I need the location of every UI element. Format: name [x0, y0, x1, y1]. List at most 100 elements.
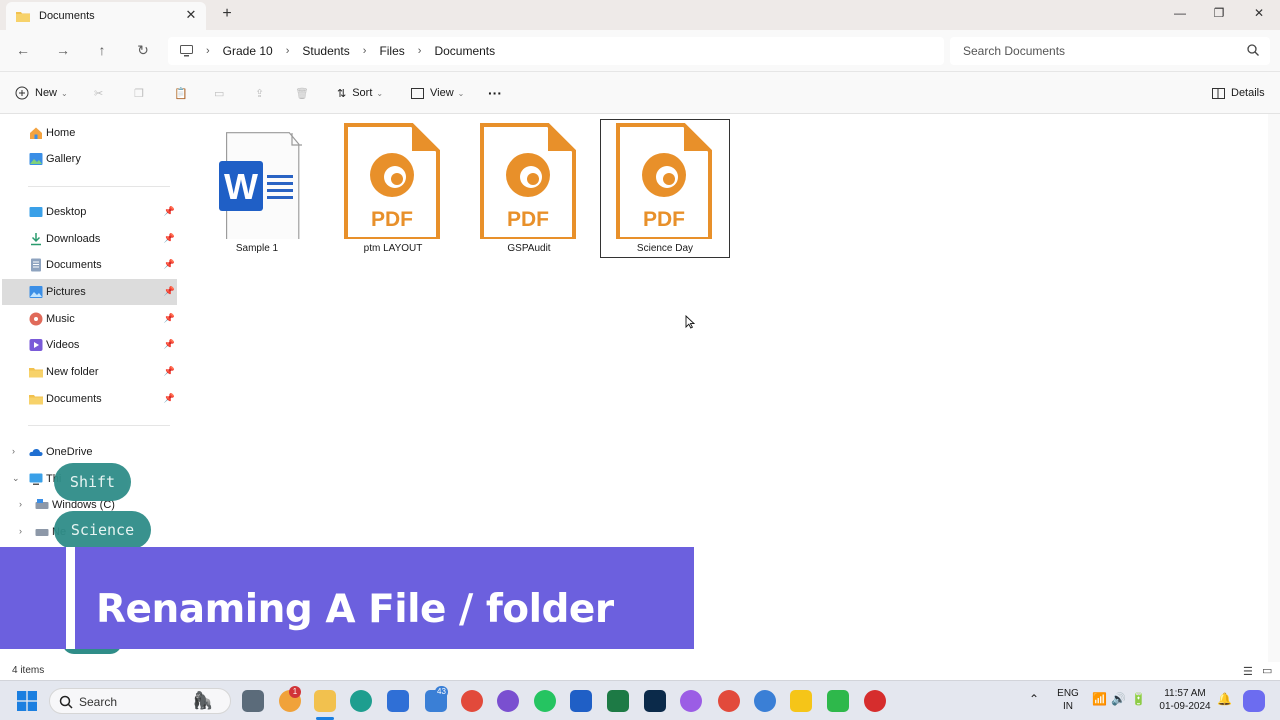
edge-icon[interactable] — [350, 690, 372, 712]
breadcrumb-documents[interactable]: Documents — [434, 44, 495, 58]
sidebar-item-downloads[interactable]: Downloads 📌 — [2, 226, 177, 252]
back-button[interactable]: ← — [14, 41, 32, 59]
whatsapp-icon[interactable] — [534, 690, 556, 712]
notification-bell-icon[interactable]: 🔔 — [1217, 692, 1232, 706]
file-name: ptm LAYOUT — [363, 243, 423, 254]
new-tab-button[interactable]: + — [219, 6, 235, 22]
sidebar-item-music[interactable]: Music 📌 — [2, 306, 177, 332]
tiles-view-icon[interactable]: ▭ — [1262, 664, 1272, 677]
address-bar[interactable]: › Grade 10 › Students › Files › Document… — [168, 37, 944, 65]
tab-documents[interactable]: Documents ✕ — [6, 2, 206, 30]
paste-button[interactable]: 📋 — [174, 84, 188, 102]
cut-button[interactable]: ✂ — [94, 84, 103, 102]
store-icon[interactable] — [387, 690, 409, 712]
breadcrumb-files[interactable]: Files — [379, 44, 404, 58]
share-icon: ⇪ — [255, 87, 265, 100]
minimize-button[interactable]: — — [1170, 4, 1190, 22]
details-button[interactable]: Details — [1212, 84, 1265, 102]
sidebar-item-documents[interactable]: Documents 📌 — [2, 252, 177, 278]
new-button[interactable]: New ⌄ — [15, 84, 68, 102]
sidebar-item-documents-folder[interactable]: Documents 📌 — [2, 386, 177, 412]
rename-button[interactable]: ▭ — [214, 84, 224, 102]
breadcrumb-separator: › — [206, 45, 210, 57]
chevron-up-icon[interactable]: ⌃ — [1029, 692, 1039, 706]
copy-button[interactable]: ❐ — [134, 84, 144, 102]
delete-button[interactable]: 🗑 — [295, 84, 309, 102]
chevron-right-icon[interactable]: › — [12, 446, 15, 456]
file-item-gspaudit[interactable]: PDF GSPAudit — [464, 119, 594, 258]
wifi-icon[interactable]: 📶 — [1092, 692, 1107, 706]
sidebar-item-gallery[interactable]: Gallery — [2, 146, 177, 172]
clipchamp-icon[interactable] — [497, 690, 519, 712]
search-input[interactable]: Search Documents — [950, 37, 1270, 65]
word-icon[interactable] — [570, 690, 592, 712]
tab-close-button[interactable]: ✕ — [184, 8, 198, 22]
breadcrumb-grade-10[interactable]: Grade 10 — [223, 44, 273, 58]
chevron-right-icon[interactable]: › — [19, 499, 22, 509]
view-label: View — [430, 87, 454, 99]
photoshop-icon[interactable] — [644, 690, 666, 712]
chrome-profile-icon[interactable] — [718, 690, 740, 712]
pin-icon: 📌 — [163, 339, 175, 349]
taskbar-search[interactable]: Search 🦍 — [49, 688, 231, 714]
forward-button[interactable]: → — [54, 41, 72, 59]
sidebar-item-onedrive[interactable]: › OneDrive — [2, 439, 177, 465]
sidebar-label: Videos — [46, 339, 80, 351]
volume-icon[interactable]: 🔊 — [1111, 692, 1126, 706]
sort-button[interactable]: ⇅ Sort ⌄ — [337, 84, 383, 102]
sidebar-label: Pictures — [46, 286, 86, 298]
task-view-icon[interactable] — [242, 690, 264, 712]
gallery-icon — [29, 153, 43, 165]
green-app-icon[interactable] — [827, 690, 849, 712]
maximize-button[interactable]: ❐ — [1209, 4, 1229, 22]
refresh-button[interactable]: ↻ — [134, 41, 152, 59]
status-bar: 4 items ☰ ▭ — [0, 662, 1280, 680]
view-button[interactable]: View ⌄ — [411, 84, 464, 102]
mouse-cursor-icon — [685, 315, 695, 329]
drive-icon — [35, 529, 49, 536]
sidebar-item-videos[interactable]: Videos 📌 — [2, 332, 177, 358]
divider — [28, 186, 170, 187]
file-item-ptm-layout[interactable]: PDF ptm LAYOUT — [328, 119, 458, 258]
close-window-button[interactable]: ✕ — [1249, 4, 1269, 22]
chevron-right-icon[interactable]: › — [19, 526, 22, 536]
pdf-label: PDF — [371, 208, 413, 231]
recorder-icon[interactable] — [864, 690, 886, 712]
pdf-document-icon: PDF — [480, 123, 576, 239]
chrome-profile-2-icon[interactable] — [754, 690, 776, 712]
more-options-button[interactable]: ··· — [488, 84, 502, 102]
sidebar-item-pictures[interactable]: Pictures 📌 — [2, 279, 177, 305]
breadcrumb-separator: › — [362, 45, 367, 57]
banner-accent-bar — [66, 547, 75, 649]
windows-start-icon[interactable] — [17, 691, 37, 711]
copilot-tray-icon[interactable] — [1243, 690, 1265, 712]
clock-time[interactable]: 11:57 AM — [1155, 688, 1215, 699]
share-button[interactable]: ⇪ — [255, 84, 264, 102]
pdf-label: PDF — [643, 208, 685, 231]
vertical-scrollbar[interactable] — [1268, 114, 1280, 662]
sidebar-item-desktop[interactable]: Desktop 📌 — [2, 199, 177, 225]
sidebar-item-home[interactable]: Home — [2, 120, 177, 146]
file-explorer-icon[interactable] — [314, 690, 336, 712]
chevron-down-icon[interactable]: ⌄ — [12, 473, 20, 484]
details-view-icon[interactable]: ☰ — [1243, 665, 1253, 678]
breadcrumb-students[interactable]: Students — [302, 44, 349, 58]
excel-icon[interactable] — [607, 690, 629, 712]
copilot-icon[interactable] — [680, 690, 702, 712]
sidebar-label: Desktop — [46, 206, 87, 218]
home-icon — [30, 127, 42, 139]
file-item-science-day[interactable]: PDF Science Day — [600, 119, 730, 258]
pin-icon: 📌 — [163, 393, 175, 403]
taskbar-search-placeholder: Search — [79, 695, 118, 709]
up-button[interactable]: ↑ — [93, 41, 111, 59]
language-indicator[interactable]: ENG — [1054, 688, 1082, 699]
file-item-sample-1[interactable]: W Sample 1 — [192, 119, 322, 258]
search-icon — [59, 695, 73, 709]
sidebar-item-new-folder[interactable]: New folder 📌 — [2, 359, 177, 385]
bell-app-icon[interactable] — [790, 690, 812, 712]
view-icon — [411, 87, 424, 99]
battery-icon[interactable]: 🔋 — [1131, 692, 1146, 706]
sidebar-label: Gallery — [46, 153, 81, 165]
chrome-icon[interactable] — [461, 690, 483, 712]
title-banner: Renaming A File / folder — [0, 547, 694, 649]
